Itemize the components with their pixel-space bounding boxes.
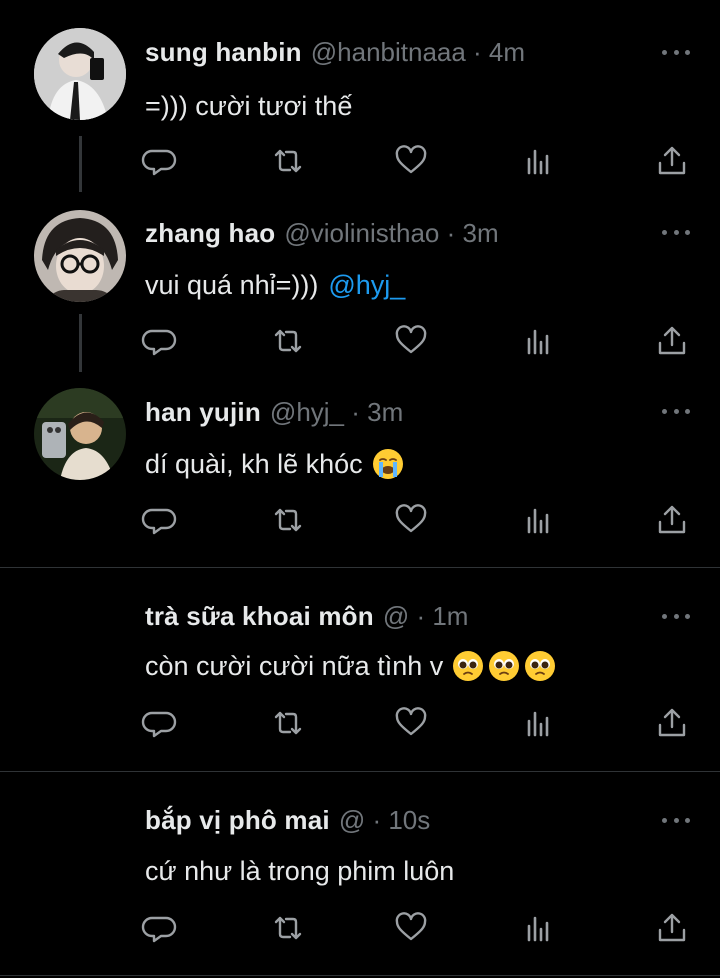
tweet-actions	[0, 143, 720, 179]
views-icon[interactable]	[521, 323, 557, 359]
like-icon[interactable]	[393, 705, 429, 741]
more-options-icon[interactable]	[662, 42, 690, 62]
pleading-face-icon	[489, 651, 520, 681]
retweet-icon[interactable]	[270, 323, 306, 359]
tweet-text: cứ như là trong phim luôn	[145, 851, 454, 891]
more-options-icon[interactable]	[662, 606, 690, 626]
tweet-header: bắp vị phô mai @ · 10s	[145, 802, 430, 838]
reply-icon[interactable]	[141, 143, 177, 179]
retweet-icon[interactable]	[270, 705, 306, 741]
retweet-icon[interactable]	[270, 502, 306, 538]
handle-and-time: @violinisthao · 3m	[284, 217, 499, 248]
like-icon[interactable]	[393, 910, 429, 946]
pleading-face-icon	[453, 651, 484, 681]
emoji-group	[447, 651, 556, 681]
tweet-actions	[0, 323, 720, 359]
pleading-face-icon	[525, 651, 556, 681]
tweet-actions	[0, 502, 720, 538]
divider	[0, 975, 720, 976]
share-icon[interactable]	[654, 143, 690, 179]
display-name[interactable]: sung hanbin	[145, 37, 302, 68]
more-options-icon[interactable]	[662, 810, 690, 830]
retweet-icon[interactable]	[270, 910, 306, 946]
views-icon[interactable]	[521, 502, 557, 538]
tweet-header: zhang hao @violinisthao · 3m	[145, 215, 499, 251]
reply-icon[interactable]	[141, 502, 177, 538]
like-icon[interactable]	[393, 502, 429, 538]
display-name[interactable]: trà sữa khoai môn	[145, 601, 374, 632]
handle-and-time: @ · 1m	[382, 600, 469, 631]
tweet-text-content: cứ như là trong phim luôn	[145, 855, 455, 886]
loudly-crying-face-icon	[372, 449, 403, 479]
share-icon[interactable]	[654, 910, 690, 946]
views-icon[interactable]	[521, 705, 557, 741]
like-icon[interactable]	[393, 323, 429, 359]
tweet-text-content: còn cười cười nữa tình v	[145, 650, 444, 681]
tweet-actions	[0, 705, 720, 741]
mention-link[interactable]: @hyj_	[328, 270, 405, 301]
share-icon[interactable]	[654, 323, 690, 359]
display-name[interactable]: bắp vị phô mai	[145, 805, 330, 836]
share-icon[interactable]	[654, 705, 690, 741]
retweet-icon[interactable]	[270, 143, 306, 179]
tweet-text: dí quài, kh lẽ khóc	[145, 444, 403, 484]
reply-icon[interactable]	[141, 910, 177, 946]
views-icon[interactable]	[521, 143, 557, 179]
more-options-icon[interactable]	[662, 222, 690, 242]
tweet-text-content: =))) cười tươi thế	[145, 90, 353, 121]
avatar[interactable]	[34, 28, 126, 120]
display-name[interactable]: zhang hao	[145, 218, 275, 249]
avatar[interactable]	[34, 388, 126, 480]
tweet-text: vui quá nhỉ=))) @hyj_	[145, 265, 405, 305]
handle-and-time: @ · 10s	[338, 804, 431, 835]
more-options-icon[interactable]	[662, 401, 690, 421]
tweet-header: han yujin @hyj_ · 3m	[145, 394, 403, 430]
handle-and-time: @hanbitnaaa · 4m	[310, 36, 526, 67]
reply-icon[interactable]	[141, 705, 177, 741]
tweet[interactable]: trà sữa khoai môn @ · 1m còn cười cười n…	[0, 568, 720, 772]
tweet-header: trà sữa khoai môn @ · 1m	[145, 598, 468, 634]
tweet[interactable]: han yujin @hyj_ · 3m dí quài, kh lẽ khóc	[0, 380, 720, 566]
views-icon[interactable]	[521, 910, 557, 946]
tweet-header: sung hanbin @hanbitnaaa · 4m	[145, 34, 525, 70]
tweet[interactable]: sung hanbin @hanbitnaaa · 4m =))) cười t…	[0, 0, 720, 200]
avatar[interactable]	[34, 210, 126, 302]
tweet-text-content: vui quá nhỉ=)))	[145, 269, 319, 300]
tweet[interactable]: zhang hao @violinisthao · 3m vui quá nhỉ…	[0, 200, 720, 380]
share-icon[interactable]	[654, 502, 690, 538]
handle-and-time: @hyj_ · 3m	[269, 396, 404, 427]
display-name[interactable]: han yujin	[145, 397, 261, 428]
reply-icon[interactable]	[141, 323, 177, 359]
like-icon[interactable]	[393, 143, 429, 179]
tweet-actions	[0, 910, 720, 946]
tweet-text: còn cười cười nữa tình v	[145, 646, 556, 686]
tweet[interactable]: bắp vị phô mai @ · 10s cứ như là trong p…	[0, 772, 720, 978]
tweet-text-content: dí quài, kh lẽ khóc	[145, 448, 363, 479]
tweet-text: =))) cười tươi thế	[145, 86, 352, 126]
